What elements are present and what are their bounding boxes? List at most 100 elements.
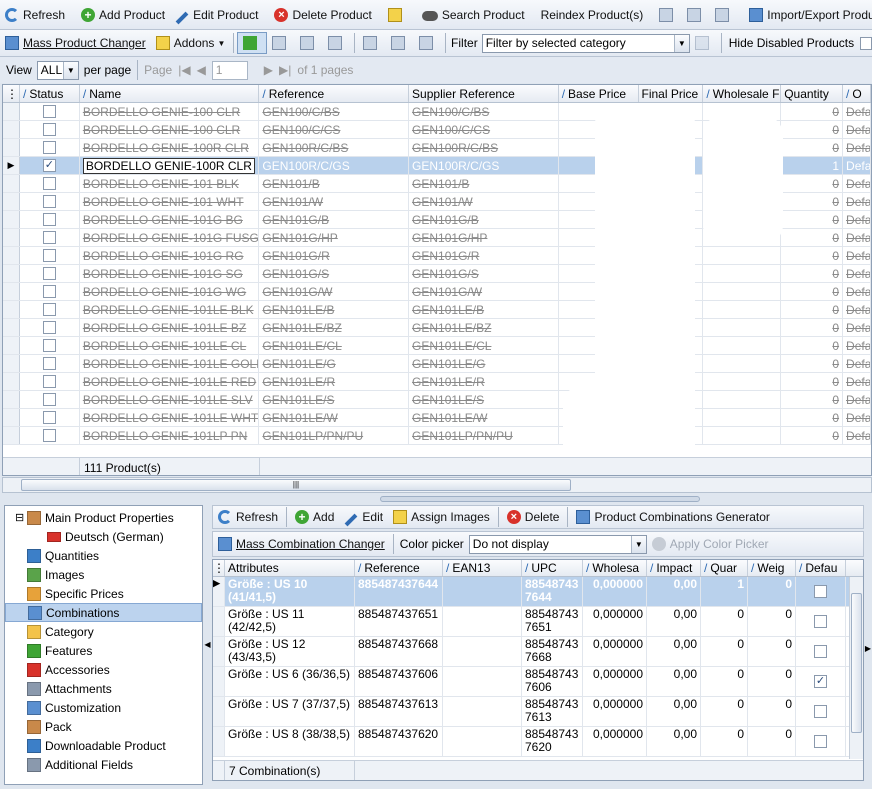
supplier-reference-cell[interactable]: GEN101LP/PN/PU [409,427,559,444]
supplier-reference-cell[interactable]: GEN101LE/S [409,391,559,408]
supplier-reference-cell[interactable]: GEN101LE/BZ [409,319,559,336]
reference-cell[interactable]: 885487437644 [355,577,443,606]
row-header[interactable] [3,211,20,228]
nav-item[interactable]: Downloadable Product [5,736,202,755]
next-page-icon[interactable]: ▶ [264,63,273,77]
refresh-button[interactable]: Refresh [0,4,70,26]
row-header[interactable]: ▶ [213,577,225,606]
other-cell[interactable]: Defau [843,265,871,282]
quantity-cell[interactable]: 0 [781,355,844,372]
attributes-cell[interactable]: Größe : US 8 (38/38,5) [225,727,355,756]
row-header[interactable] [3,373,20,390]
reference-cell[interactable]: GEN101LE/BZ [259,319,410,336]
quantity-cell[interactable]: 0 [701,727,748,756]
other-cell[interactable]: Defau [843,355,871,372]
wholesale-cell[interactable] [703,391,782,408]
reference-cell[interactable]: GEN101G/W [259,283,410,300]
edit-product-button[interactable]: Edit Product [170,4,263,26]
quantity-cell[interactable]: 1 [781,157,844,174]
page-input[interactable]: 1 [211,60,248,80]
table-row[interactable]: BORDELLO GENIE-101LE CL GEN101LE/CL GEN101… [3,337,871,355]
supplier-reference-cell[interactable]: GEN100R/C/GS [409,157,559,174]
row-header[interactable] [3,427,20,444]
ean13-cell[interactable] [443,577,522,606]
row-header[interactable]: ▶ [3,157,20,174]
search-product-button[interactable]: Search Product [417,4,530,26]
filter-select[interactable]: Filter by selected category ▼ [481,33,690,53]
col-name[interactable]: / Name [80,85,260,102]
attributes-cell[interactable]: Größe : US 12 (43/43,5) [225,637,355,666]
name-cell[interactable]: BORDELLO GENIE-101G BG [80,211,260,228]
reference-cell[interactable]: GEN101G/S [259,265,410,282]
color-picker-select[interactable]: Do not display ▼ [468,534,647,554]
status-checkbox[interactable]: ✓ [42,159,56,172]
quantity-cell[interactable]: 0 [781,193,844,210]
row-header[interactable] [3,103,20,120]
combinations-generator-button[interactable]: Product Combinations Generator [571,506,774,528]
nav-item[interactable]: Specific Prices [5,584,202,603]
delete-product-button[interactable]: × Delete Product [269,4,376,26]
other-cell[interactable]: Defau [843,247,871,264]
ean13-cell[interactable] [443,607,522,636]
impact-cell[interactable]: 0,00 [647,637,701,666]
weight-cell[interactable]: 0 [748,727,796,756]
default-cell[interactable] [796,697,846,726]
table-row[interactable]: Größe : US 12 (43/43,5) 885487437668 88548… [213,637,863,667]
comb-add-button[interactable]: + Add [290,506,339,528]
default-checkbox[interactable] [814,705,827,718]
attributes-cell[interactable]: Größe : US 11 (42/42,5) [225,607,355,636]
other-cell[interactable]: Defau [843,319,871,336]
weight-cell[interactable]: 0 [748,667,796,696]
default-cell[interactable] [796,637,846,666]
row-header[interactable] [3,283,20,300]
supplier-reference-cell[interactable]: GEN101LE/B [409,301,559,318]
paste-button[interactable] [682,4,710,26]
reference-cell[interactable]: 885487437651 [355,607,443,636]
attributes-cell[interactable]: Größe : US 6 (36/36,5) [225,667,355,696]
assign-images-button[interactable]: Assign Images [388,506,495,528]
quantity-cell[interactable]: 0 [701,667,748,696]
upc-cell[interactable]: 885487437668 [522,637,583,666]
name-cell[interactable]: BORDELLO GENIE-101LE BZ [80,319,260,336]
nav-item[interactable]: Category [5,622,202,641]
reference-cell[interactable]: GEN101LE/W [259,409,410,426]
table-row[interactable]: BORDELLO GENIE-101LP PN GEN101LP/PN/PU GEN… [3,427,871,445]
import-export-button[interactable]: Import/Export Products [744,4,872,26]
sort-desc-button[interactable] [414,32,442,54]
name-cell[interactable]: BORDELLO GENIE-101LE GOLD [80,355,260,372]
status-checkbox[interactable] [42,285,56,298]
table-row[interactable]: Größe : US 6 (36/36,5) 885487437606 885487… [213,667,863,697]
table-row[interactable]: Größe : US 8 (38/38,5) 885487437620 885487… [213,727,863,757]
reference-cell[interactable]: 885487437613 [355,697,443,726]
status-checkbox[interactable] [42,105,56,118]
wholesale-cell[interactable] [703,283,782,300]
wholesale-cell[interactable] [703,319,782,336]
other-cell[interactable]: Defau [843,121,871,138]
impact-cell[interactable]: 0,00 [647,667,701,696]
status-checkbox[interactable] [42,393,56,406]
reference-cell[interactable]: GEN101G/B [259,211,410,228]
col-reference[interactable]: / Reference [259,85,410,102]
row-header[interactable] [213,697,225,726]
impact-cell[interactable]: 0,00 [647,607,701,636]
ean13-cell[interactable] [443,667,522,696]
status-checkbox[interactable] [42,357,56,370]
row-header[interactable] [3,193,20,210]
tree-toggle-button[interactable] [237,32,268,54]
supplier-reference-cell[interactable]: GEN100/C/BS [409,103,559,120]
supplier-reference-cell[interactable]: GEN101/B [409,175,559,192]
nav-item[interactable]: Features [5,641,202,660]
supplier-reference-cell[interactable]: GEN101G/R [409,247,559,264]
tool-button[interactable] [383,4,411,26]
row-header[interactable] [3,409,20,426]
status-checkbox[interactable] [42,267,56,280]
reference-cell[interactable]: GEN101LE/R [259,373,410,390]
wholesale-cell[interactable] [703,247,782,264]
status-checkbox[interactable] [42,411,56,424]
comb-vertical-scrollbar[interactable] [849,577,863,759]
row-header[interactable] [3,301,20,318]
impact-cell[interactable]: 0,00 [647,577,701,606]
other-cell[interactable]: Defau [843,337,871,354]
wholesale-cell[interactable] [703,409,782,426]
add-product-button[interactable]: + Add Product [76,4,170,26]
